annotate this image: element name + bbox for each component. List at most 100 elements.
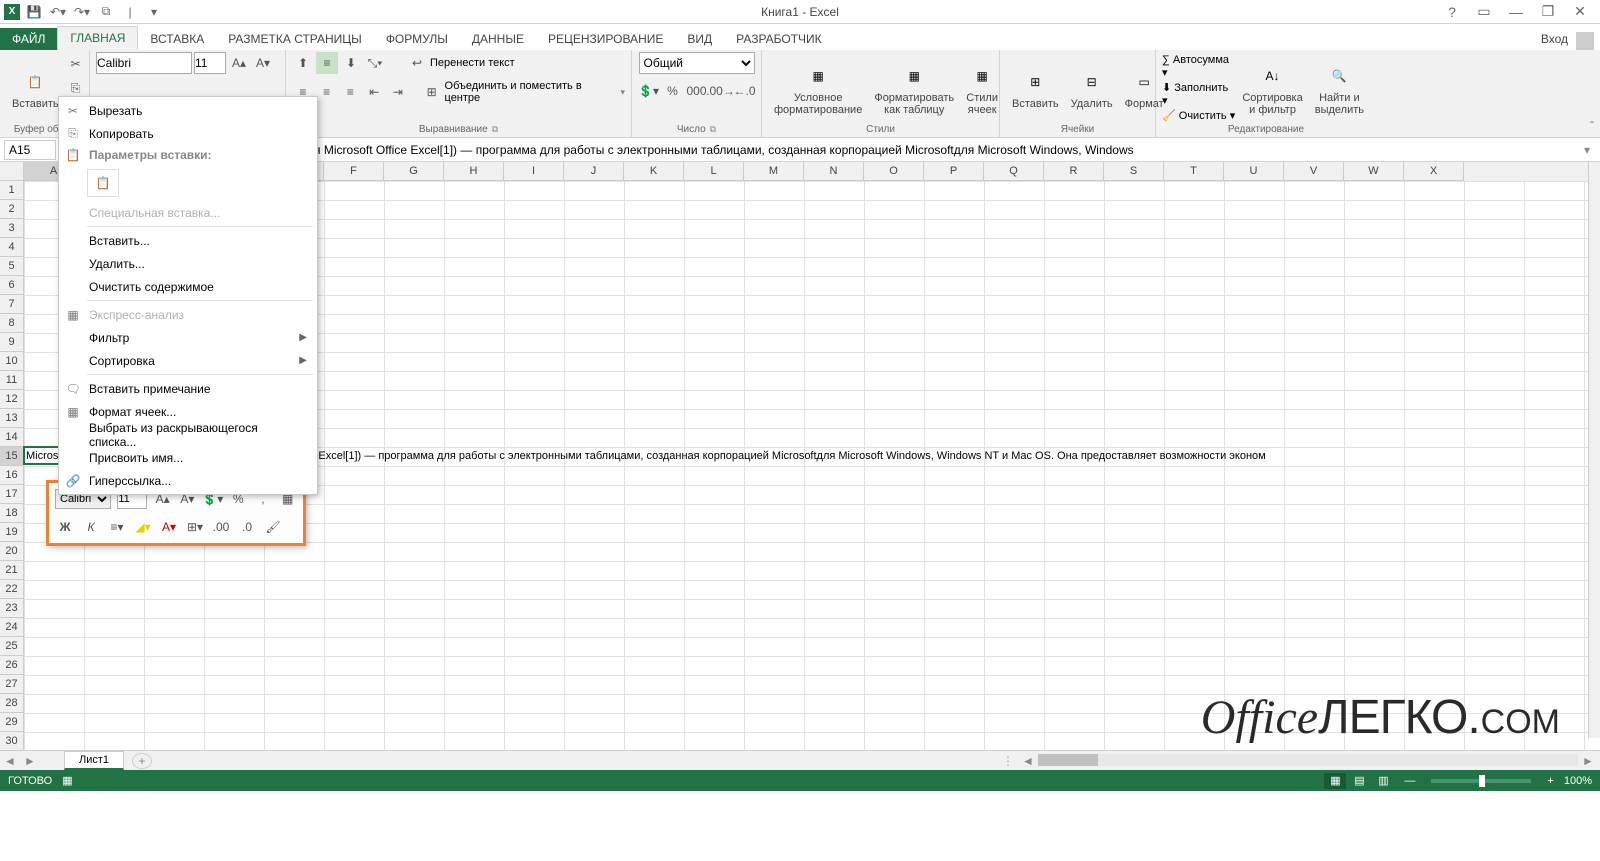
alignment-launcher[interactable]: ⧉ xyxy=(492,124,498,134)
row-header[interactable]: 13 xyxy=(0,409,24,428)
user-avatar[interactable] xyxy=(1576,32,1594,50)
row-header[interactable]: 28 xyxy=(0,694,24,713)
close-button[interactable]: ✕ xyxy=(1568,2,1592,22)
number-launcher[interactable]: ⧉ xyxy=(710,124,716,134)
col-header[interactable]: N xyxy=(804,162,864,181)
ctx-copy[interactable]: ⎘Копировать xyxy=(59,122,317,145)
percent-button[interactable]: % xyxy=(662,80,684,102)
col-header[interactable]: S xyxy=(1104,162,1164,181)
zoom-slider[interactable] xyxy=(1431,779,1531,783)
row-header[interactable]: 25 xyxy=(0,637,24,656)
decrease-decimal-button[interactable]: ←.0 xyxy=(734,80,756,102)
align-middle-button[interactable]: ≡ xyxy=(316,52,338,74)
row-header[interactable]: 8 xyxy=(0,314,24,333)
row-header[interactable]: 19 xyxy=(0,523,24,542)
tab-insert[interactable]: ВСТАВКА xyxy=(138,28,216,50)
row-header[interactable]: 23 xyxy=(0,599,24,618)
mini-format-painter[interactable]: 🖌 xyxy=(263,517,283,537)
align-bottom-button[interactable]: ⬇ xyxy=(340,52,362,74)
row-header[interactable]: 14 xyxy=(0,428,24,447)
row-header[interactable]: 18 xyxy=(0,504,24,523)
row-header[interactable]: 1 xyxy=(0,181,24,200)
tab-file[interactable]: ФАЙЛ xyxy=(0,28,57,50)
minimize-button[interactable]: — xyxy=(1504,2,1528,22)
select-all-corner[interactable] xyxy=(0,162,24,181)
align-right-button[interactable]: ≡ xyxy=(340,81,362,103)
ctx-clear[interactable]: Очистить содержимое xyxy=(59,275,317,298)
row-header[interactable]: 26 xyxy=(0,656,24,675)
row-header[interactable]: 9 xyxy=(0,333,24,352)
mini-italic[interactable]: К xyxy=(81,517,101,537)
ctx-define-name[interactable]: Присвоить имя... xyxy=(59,446,317,469)
wrap-text-button[interactable]: ↩ xyxy=(406,52,428,74)
row-header[interactable]: 4 xyxy=(0,238,24,257)
col-header[interactable]: J xyxy=(564,162,624,181)
fill-button[interactable]: ⬇ Заполнить ▾ xyxy=(1162,81,1236,107)
row-header[interactable]: 12 xyxy=(0,390,24,409)
font-name-input[interactable] xyxy=(96,52,192,74)
row-header[interactable]: 20 xyxy=(0,542,24,561)
tab-view[interactable]: ВИД xyxy=(675,28,724,50)
zoom-out-button[interactable]: — xyxy=(1404,775,1415,787)
hscroll-thumb[interactable] xyxy=(1038,754,1098,766)
zoom-level[interactable]: 100% xyxy=(1564,775,1592,787)
undo-button[interactable]: ↶▾ xyxy=(48,2,68,22)
redo-button[interactable]: ↷▾ xyxy=(72,2,92,22)
cell-styles-button[interactable]: ▦Стили ячеек xyxy=(960,58,1004,118)
col-header[interactable]: L xyxy=(684,162,744,181)
col-header[interactable]: U xyxy=(1224,162,1284,181)
col-header[interactable]: I xyxy=(504,162,564,181)
ribbon-display-options[interactable]: ▭ xyxy=(1472,2,1496,22)
row-header[interactable]: 29 xyxy=(0,713,24,732)
mini-borders[interactable]: ⊞▾ xyxy=(185,517,205,537)
row-header[interactable]: 5 xyxy=(0,257,24,276)
ctx-hyperlink[interactable]: 🔗Гиперссылка... xyxy=(59,469,317,492)
col-header[interactable]: V xyxy=(1284,162,1344,181)
sheet-nav-prev[interactable]: ◄ xyxy=(0,754,20,768)
col-header[interactable]: K xyxy=(624,162,684,181)
tab-page-layout[interactable]: РАЗМЕТКА СТРАНИЦЫ xyxy=(216,28,374,50)
tab-home[interactable]: ГЛАВНАЯ xyxy=(57,26,138,50)
align-top-button[interactable]: ⬆ xyxy=(292,52,314,74)
comma-button[interactable]: 000 xyxy=(686,80,708,102)
ctx-cut[interactable]: ✂Вырезать xyxy=(59,99,317,122)
sheet-tab-1[interactable]: Лист1 xyxy=(64,751,124,770)
qat-customize[interactable]: ▾ xyxy=(144,2,164,22)
ctx-insert-comment[interactable]: 🗨Вставить примечание xyxy=(59,377,317,400)
col-header[interactable]: T xyxy=(1164,162,1224,181)
accounting-button[interactable]: 💲▾ xyxy=(638,80,660,102)
orientation-button[interactable]: ⤡▾ xyxy=(364,52,386,74)
row-header[interactable]: 27 xyxy=(0,675,24,694)
col-header[interactable]: M xyxy=(744,162,804,181)
col-header[interactable]: P xyxy=(924,162,984,181)
row-header[interactable]: 6 xyxy=(0,276,24,295)
insert-cells-button[interactable]: ⊞Вставить xyxy=(1006,64,1065,112)
sheet-nav-next[interactable]: ► xyxy=(20,754,40,768)
expand-formula-bar[interactable]: ▾ xyxy=(1584,143,1600,157)
save-button[interactable]: 💾 xyxy=(24,2,44,22)
align-center-button[interactable]: ≡ xyxy=(316,81,338,103)
number-format-select[interactable]: Общий xyxy=(639,52,755,74)
tab-review[interactable]: РЕЦЕНЗИРОВАНИЕ xyxy=(536,28,675,50)
clear-button[interactable]: 🧹 Очистить ▾ xyxy=(1162,109,1236,122)
sign-in-link[interactable]: Вход xyxy=(1533,28,1576,50)
col-header[interactable]: H xyxy=(444,162,504,181)
ctx-delete[interactable]: Удалить... xyxy=(59,252,317,275)
add-sheet-button[interactable]: + xyxy=(132,753,152,769)
ctx-sort[interactable]: Сортировка▶ xyxy=(59,349,317,372)
row-header[interactable]: 3 xyxy=(0,219,24,238)
view-normal[interactable]: ▦ xyxy=(1324,773,1346,789)
row-header[interactable]: 30 xyxy=(0,732,24,750)
font-size-input[interactable] xyxy=(194,52,226,74)
col-header[interactable]: R xyxy=(1044,162,1104,181)
row-header[interactable]: 2 xyxy=(0,200,24,219)
col-header[interactable]: O xyxy=(864,162,924,181)
row-header[interactable]: 7 xyxy=(0,295,24,314)
vertical-scrollbar[interactable] xyxy=(1588,162,1600,738)
macro-record-icon[interactable]: ▦ xyxy=(62,774,72,787)
cut-button[interactable]: ✂ xyxy=(65,53,87,75)
mini-bold[interactable]: Ж xyxy=(55,517,75,537)
increase-indent-button[interactable]: ⇥ xyxy=(387,81,409,103)
sort-filter-button[interactable]: A↓Сортировка и фильтр xyxy=(1236,58,1308,118)
decrease-font-button[interactable]: A▾ xyxy=(252,52,274,74)
